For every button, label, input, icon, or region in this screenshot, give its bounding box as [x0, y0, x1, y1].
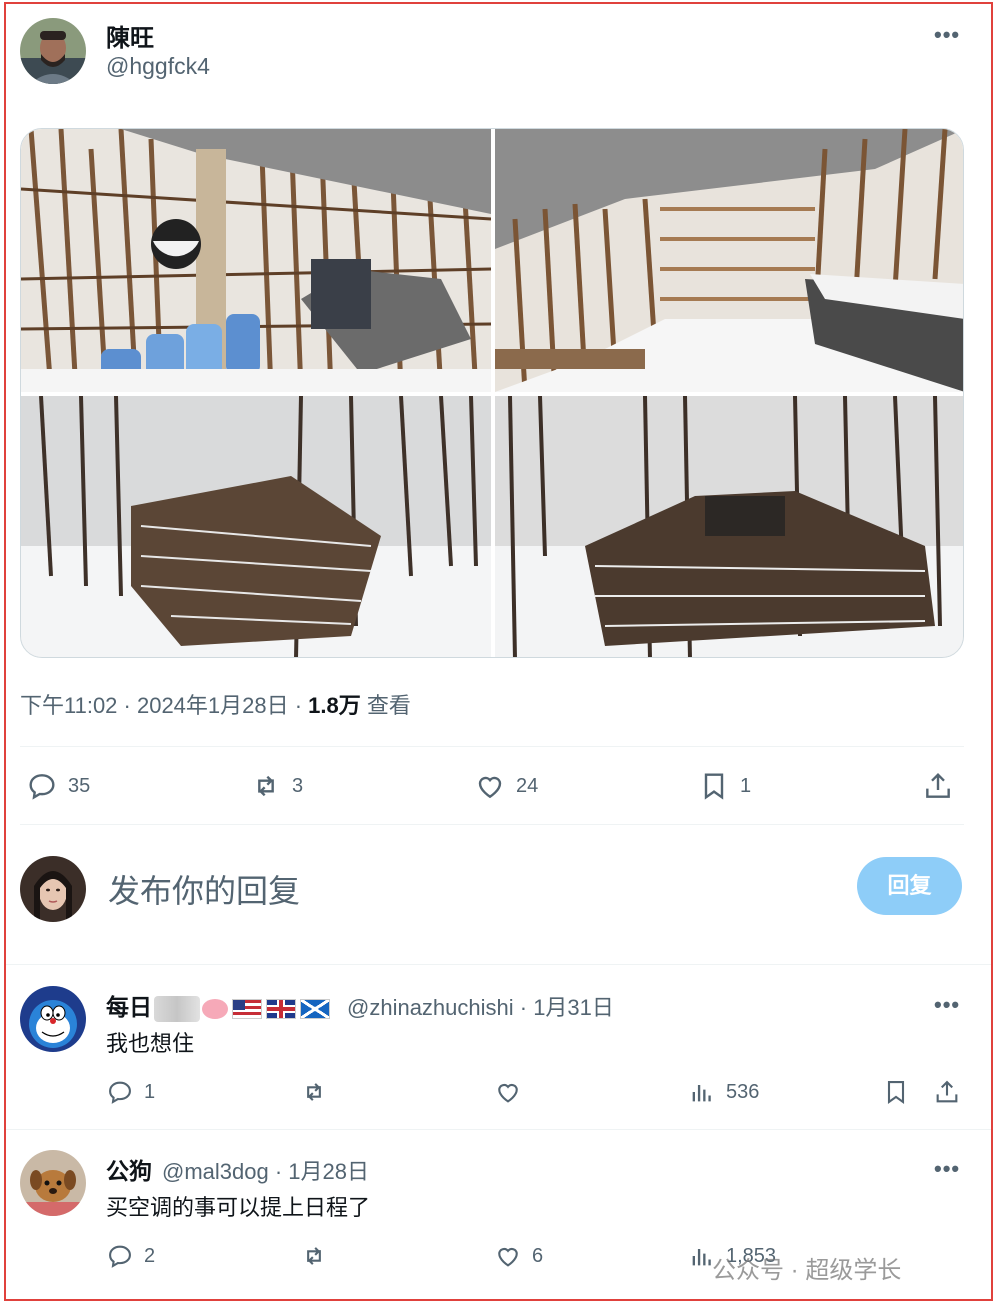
- like-action[interactable]: 24: [474, 770, 538, 802]
- post-meta: 下午11:02 · 2024年1月28日 · 1.8万 查看: [20, 688, 411, 720]
- reply-icon: [109, 1245, 131, 1268]
- bookmark-icon: [887, 1081, 905, 1104]
- author-avatar[interactable]: [20, 18, 86, 84]
- scotland-flag-icon: [300, 998, 330, 1019]
- comment-avatar[interactable]: [20, 986, 86, 1052]
- more-icon[interactable]: •••: [934, 1156, 960, 1182]
- more-icon[interactable]: •••: [934, 22, 960, 48]
- bookmark-action[interactable]: 1: [698, 770, 751, 802]
- comment-author-name-text: 每日: [106, 994, 152, 1020]
- author-handle[interactable]: @hggfck4: [106, 53, 210, 80]
- like-count: 6: [532, 1244, 544, 1267]
- comment-author-name[interactable]: 公狗: [106, 1152, 152, 1186]
- photo-3[interactable]: [21, 396, 491, 657]
- comment-text: 我也想住: [106, 1031, 195, 1056]
- post-timestamp[interactable]: 下午11:02 · 2024年1月28日 ·: [20, 693, 308, 718]
- reply-action[interactable]: 1: [106, 1078, 155, 1106]
- like-action[interactable]: [494, 1078, 532, 1106]
- divider: [6, 1129, 991, 1130]
- bookmark-action[interactable]: [882, 1078, 910, 1106]
- comment-author-name[interactable]: 每日: [106, 988, 330, 1022]
- uk-flag-icon: [266, 998, 296, 1019]
- share-action[interactable]: [933, 1078, 961, 1106]
- like-action[interactable]: 6: [494, 1242, 543, 1270]
- comment-handle-date[interactable]: @mal3dog · 1月28日: [162, 1154, 369, 1186]
- like-icon: [498, 1083, 518, 1103]
- retweet-icon: [307, 1083, 321, 1101]
- reply-count: 2: [144, 1244, 156, 1267]
- reply-action[interactable]: 2: [106, 1242, 155, 1270]
- share-icon: [936, 1080, 958, 1103]
- views-icon: [692, 1085, 711, 1102]
- reply-count: 1: [144, 1080, 156, 1103]
- like-icon: [498, 1247, 518, 1267]
- media-grid: [20, 128, 964, 658]
- current-user-avatar[interactable]: [20, 856, 86, 922]
- retweet-icon: [258, 775, 274, 797]
- blurred-name-segment: [154, 995, 200, 1022]
- reply-action[interactable]: 35: [26, 770, 90, 802]
- bookmark-icon: [704, 773, 724, 800]
- views-action[interactable]: 536: [688, 1078, 759, 1106]
- us-flag-icon: [232, 998, 262, 1019]
- reply-button[interactable]: 回复: [857, 857, 962, 915]
- divider: [20, 824, 964, 825]
- like-icon: [478, 776, 502, 799]
- retweet-action[interactable]: 3: [250, 770, 303, 802]
- photo-2[interactable]: [495, 129, 963, 392]
- reply-icon: [109, 1081, 131, 1104]
- retweet-action[interactable]: [300, 1242, 338, 1270]
- watermark: 公众号 · 超级学长: [712, 1257, 902, 1284]
- divider: [6, 964, 991, 965]
- bookmark-count: 1: [740, 774, 752, 797]
- like-count: 24: [516, 774, 539, 797]
- comment-text: 买空调的事可以提上日程了: [106, 1195, 371, 1220]
- reply-input[interactable]: 发布你的回复: [108, 866, 300, 912]
- share-action[interactable]: [922, 770, 954, 802]
- retweet-count: 3: [292, 774, 304, 797]
- retweet-icon: [307, 1247, 321, 1265]
- photo-1[interactable]: [21, 129, 491, 392]
- more-icon[interactable]: •••: [934, 992, 960, 1018]
- photo-4[interactable]: [495, 396, 963, 657]
- pig-emoji: [202, 998, 228, 1019]
- author-name[interactable]: 陳旺: [106, 18, 154, 53]
- reply-icon: [29, 774, 55, 800]
- divider: [20, 746, 964, 747]
- reply-count: 35: [68, 774, 91, 797]
- views-count: 536: [726, 1080, 760, 1103]
- views-label: 查看: [360, 693, 411, 718]
- comment-avatar[interactable]: [20, 1150, 86, 1216]
- retweet-action[interactable]: [300, 1078, 338, 1106]
- share-icon: [926, 772, 950, 798]
- comment-handle-date[interactable]: @zhinazhuchishi · 1月31日: [347, 990, 614, 1022]
- views-count: 1.8万: [308, 693, 361, 718]
